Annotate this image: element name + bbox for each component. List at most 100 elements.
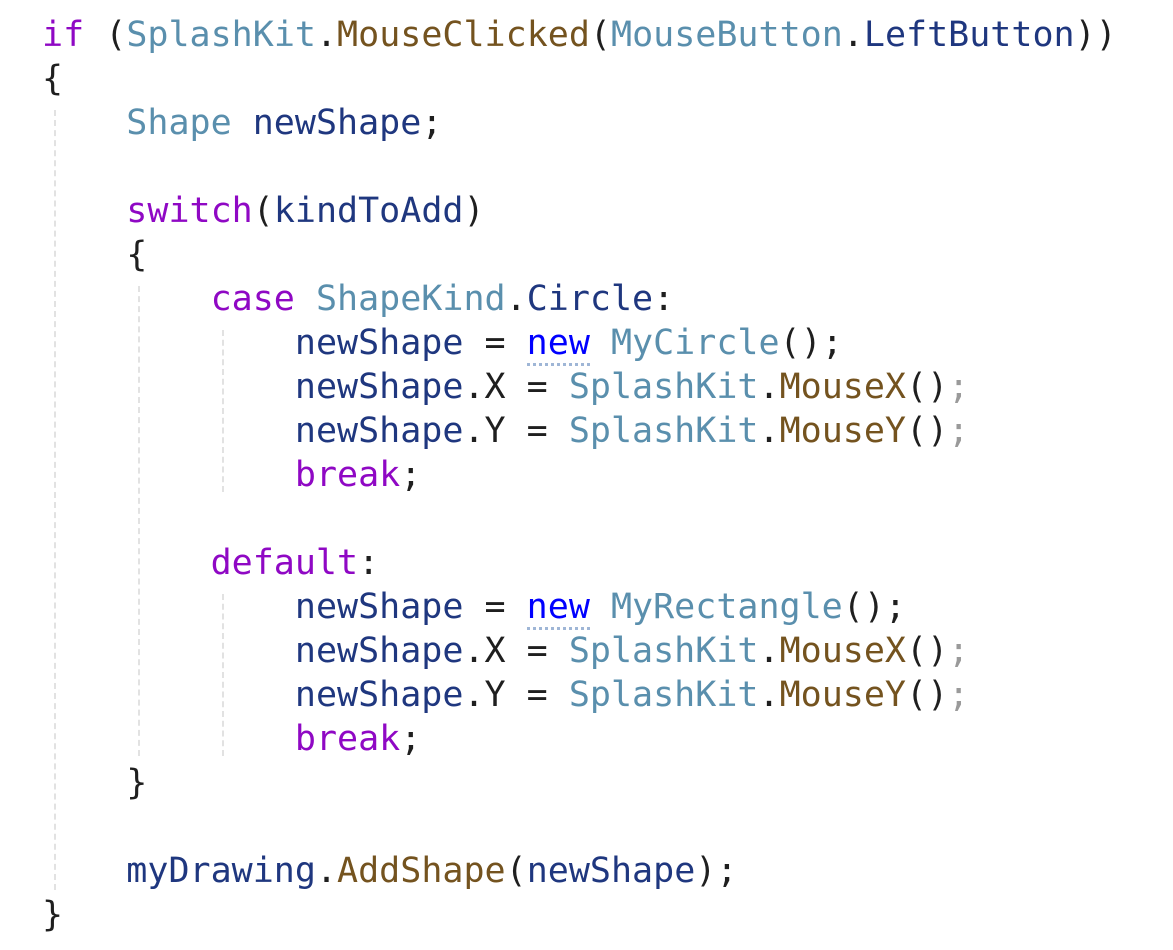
code-line[interactable]: newShape.X = SplashKit.MouseX(); xyxy=(42,365,969,409)
code-token: myDrawing xyxy=(126,851,316,891)
code-line[interactable]: } xyxy=(42,893,63,937)
code-token: = xyxy=(505,367,569,407)
code-line[interactable]: break; xyxy=(42,453,421,497)
code-token: SplashKit xyxy=(568,367,759,407)
code-token: : xyxy=(653,279,675,319)
code-token: MyCircle xyxy=(610,323,780,363)
code-token: } xyxy=(42,763,148,803)
code-token: ( xyxy=(252,191,274,231)
code-line[interactable]: } xyxy=(42,761,147,805)
code-token: ; xyxy=(948,631,970,671)
code-token: kindToAdd xyxy=(273,191,464,231)
code-token: . xyxy=(463,675,485,715)
code-token: . xyxy=(463,411,485,451)
code-token: newShape xyxy=(526,851,696,891)
code-token: new xyxy=(526,323,590,366)
code-line[interactable]: newShape.Y = SplashKit.MouseY(); xyxy=(42,673,969,717)
code-line[interactable]: { xyxy=(42,57,63,101)
code-token: AddShape xyxy=(337,851,506,891)
code-token: X xyxy=(484,631,506,671)
code-token: switch xyxy=(126,191,253,231)
code-token: default xyxy=(210,543,359,583)
code-token: break xyxy=(294,455,401,495)
code-token: MouseX xyxy=(779,367,906,407)
code-token: (); xyxy=(779,323,843,363)
code-token: ; xyxy=(400,455,422,495)
code-token: . xyxy=(842,15,864,55)
code-line[interactable]: default: xyxy=(42,541,380,585)
code-line[interactable]: newShape = new MyCircle(); xyxy=(42,321,843,366)
code-line[interactable]: newShape.X = SplashKit.MouseX(); xyxy=(42,629,969,673)
code-token: ( xyxy=(84,15,127,55)
code-token: . xyxy=(758,675,780,715)
code-token: } xyxy=(42,895,64,935)
code-token: newShape xyxy=(294,587,464,627)
code-line[interactable]: Shape newShape; xyxy=(42,101,442,145)
code-line[interactable]: break; xyxy=(42,717,421,761)
code-token: SplashKit xyxy=(568,631,759,671)
code-token: () xyxy=(906,631,949,671)
code-token: ; xyxy=(400,719,422,759)
code-line[interactable]: myDrawing.AddShape(newShape); xyxy=(42,849,737,893)
code-token: Y xyxy=(484,411,506,451)
code-line[interactable]: newShape.Y = SplashKit.MouseY(); xyxy=(42,409,969,453)
code-token: ShapeKind xyxy=(315,279,506,319)
code-token: MouseButton xyxy=(611,15,843,55)
code-token: (); xyxy=(842,587,906,627)
code-token: = xyxy=(505,631,569,671)
code-token: Shape xyxy=(126,103,232,143)
code-token: )) xyxy=(1074,15,1117,55)
code-token: . xyxy=(758,367,780,407)
code-line[interactable]: if (SplashKit.MouseClicked(MouseButton.L… xyxy=(42,13,1117,57)
code-token: newShape xyxy=(252,103,422,143)
code-token: ; xyxy=(948,411,970,451)
code-token: newShape xyxy=(294,367,464,407)
code-token: ); xyxy=(695,851,738,891)
code-token: LeftButton xyxy=(863,15,1075,55)
code-token: MyRectangle xyxy=(610,587,843,627)
code-token: break xyxy=(294,719,401,759)
code-token: MouseY xyxy=(779,675,906,715)
code-token: ; xyxy=(948,367,970,407)
code-token: ( xyxy=(589,15,611,55)
code-token: X xyxy=(484,367,506,407)
code-token: MouseClicked xyxy=(337,15,590,55)
code-token: () xyxy=(906,411,949,451)
code-token: . xyxy=(463,631,485,671)
code-token: if xyxy=(42,15,85,55)
code-token: { xyxy=(42,235,148,275)
code-token: newShape xyxy=(294,411,464,451)
code-token: . xyxy=(758,631,780,671)
code-token: ) xyxy=(463,191,485,231)
code-token: SplashKit xyxy=(126,15,316,55)
code-token: SplashKit xyxy=(568,675,759,715)
code-line[interactable]: case ShapeKind.Circle: xyxy=(42,277,675,321)
code-token: = xyxy=(505,675,569,715)
code-token: newShape xyxy=(294,323,464,363)
code-line[interactable]: newShape = new MyRectangle(); xyxy=(42,585,906,630)
code-token: { xyxy=(42,59,64,99)
code-line[interactable]: switch(kindToAdd) xyxy=(42,189,485,233)
code-token: = xyxy=(463,323,527,363)
code-editor[interactable]: if (SplashKit.MouseClicked(MouseButton.L… xyxy=(0,0,1173,950)
code-token: = xyxy=(463,587,527,627)
code-line[interactable]: { xyxy=(42,233,147,277)
code-token: . xyxy=(758,411,780,451)
code-token: Circle xyxy=(526,279,654,319)
code-token: ( xyxy=(505,851,527,891)
code-token: () xyxy=(906,675,949,715)
